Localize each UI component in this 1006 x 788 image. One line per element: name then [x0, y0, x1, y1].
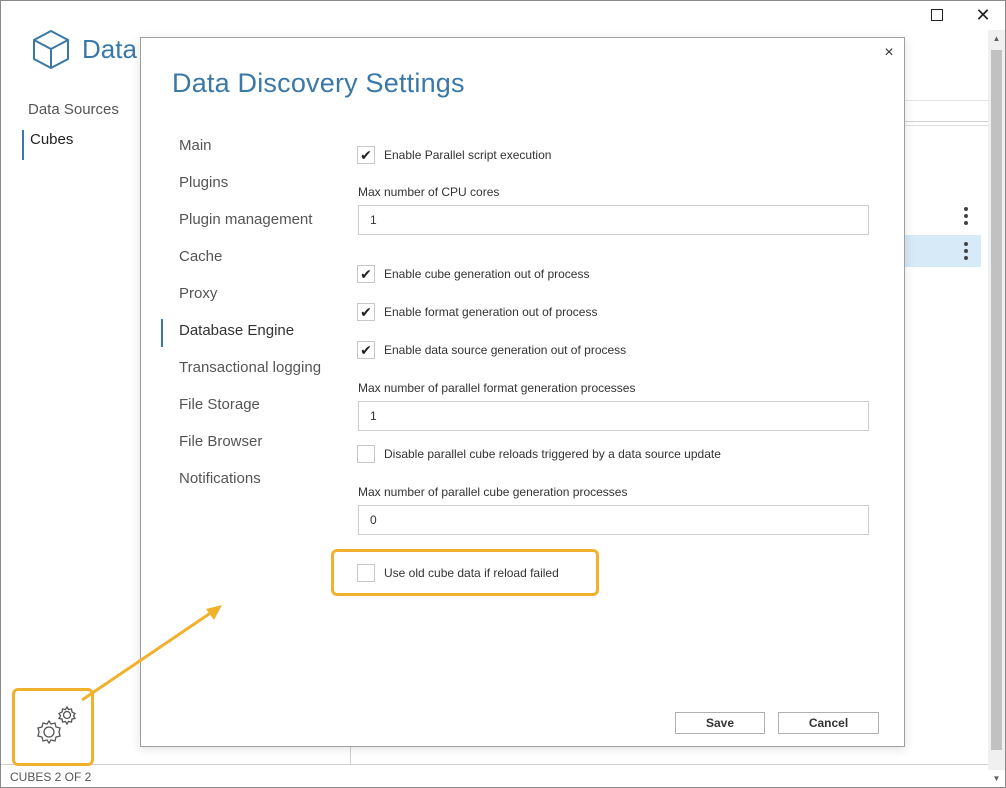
background-search-bar[interactable]: [905, 100, 988, 122]
status-text: CUBES 2 OF 2: [10, 770, 92, 784]
window-close-button[interactable]: ✕: [960, 0, 1006, 30]
use-old-cube-data-label: Use old cube data if reload failed: [384, 566, 559, 580]
settings-nav-plugin-management[interactable]: Plugin management: [161, 208, 331, 245]
datasource-out-of-process-checkbox[interactable]: ✔: [357, 341, 375, 359]
settings-nav-plugins[interactable]: Plugins: [161, 171, 331, 208]
parallel-script-label: Enable Parallel script execution: [384, 148, 552, 162]
max-cpu-label: Max number of CPU cores: [358, 185, 500, 199]
settings-nav-file-browser[interactable]: File Browser: [161, 430, 331, 467]
row-menu-icon[interactable]: [958, 205, 974, 227]
format-out-of-process-row[interactable]: ✔ Enable format generation out of proces…: [357, 302, 597, 322]
format-out-of-process-checkbox[interactable]: ✔: [357, 303, 375, 321]
settings-button-highlight[interactable]: [12, 688, 94, 766]
settings-nav-main[interactable]: Main: [161, 134, 331, 171]
settings-nav-transactional-logging[interactable]: Transactional logging: [161, 356, 331, 393]
background-divider: [905, 125, 988, 126]
datasource-out-of-process-label: Enable data source generation out of pro…: [384, 343, 627, 357]
use-old-cube-data-row[interactable]: Use old cube data if reload failed: [357, 563, 559, 583]
main-nav: Data Sources Cubes: [22, 100, 119, 160]
status-bar: CUBES 2 OF 2: [0, 764, 988, 788]
format-out-of-process-label: Enable format generation out of process: [384, 305, 598, 319]
settings-nav: Main Plugins Plugin management Cache Pro…: [161, 134, 331, 504]
scroll-up-icon[interactable]: ▲: [988, 30, 1005, 47]
nav-item-cubes[interactable]: Cubes: [22, 130, 119, 160]
save-button[interactable]: Save: [675, 712, 765, 734]
vertical-scrollbar[interactable]: ▲ ▼: [988, 30, 1005, 783]
maximize-button[interactable]: [914, 0, 960, 30]
max-cpu-input[interactable]: 1: [358, 205, 869, 235]
disable-parallel-reloads-row[interactable]: Disable parallel cube reloads triggered …: [357, 444, 721, 464]
parallel-script-checkbox[interactable]: ✔: [357, 146, 375, 164]
max-format-input[interactable]: 1: [358, 401, 869, 431]
max-cube-input[interactable]: 0: [358, 505, 869, 535]
cube-out-of-process-row[interactable]: ✔ Enable cube generation out of process: [357, 264, 589, 284]
cube-out-of-process-label: Enable cube generation out of process: [384, 267, 590, 281]
max-cube-label: Max number of parallel cube generation p…: [358, 485, 628, 499]
settings-nav-file-storage[interactable]: File Storage: [161, 393, 331, 430]
settings-nav-proxy[interactable]: Proxy: [161, 282, 331, 319]
dialog-close-icon[interactable]: ×: [880, 44, 898, 62]
gears-icon[interactable]: [33, 703, 79, 747]
cancel-button[interactable]: Cancel: [778, 712, 879, 734]
cube-out-of-process-checkbox[interactable]: ✔: [357, 265, 375, 283]
use-old-cube-data-checkbox[interactable]: [357, 564, 375, 582]
scroll-thumb[interactable]: [991, 50, 1002, 750]
datasource-out-of-process-row[interactable]: ✔ Enable data source generation out of p…: [357, 340, 626, 360]
max-format-label: Max number of parallel format generation…: [358, 381, 636, 395]
disable-parallel-reloads-label: Disable parallel cube reloads triggered …: [384, 447, 721, 461]
app-logo: Data: [30, 28, 137, 70]
parallel-script-checkbox-row[interactable]: ✔ Enable Parallel script execution: [357, 145, 551, 165]
settings-nav-database-engine[interactable]: Database Engine: [161, 319, 331, 347]
settings-dialog: × Data Discovery Settings Main Plugins P…: [140, 37, 905, 747]
disable-parallel-reloads-checkbox[interactable]: [357, 445, 375, 463]
window-controls: ✕: [914, 0, 1006, 30]
nav-item-data-sources[interactable]: Data Sources: [22, 100, 119, 130]
scroll-down-icon[interactable]: ▼: [988, 770, 1005, 787]
dialog-title: Data Discovery Settings: [172, 68, 465, 98]
app-name: Data: [82, 33, 137, 64]
settings-nav-notifications[interactable]: Notifications: [161, 467, 331, 504]
cube-icon: [33, 29, 69, 70]
row-menu-icon[interactable]: [958, 240, 974, 262]
settings-nav-cache[interactable]: Cache: [161, 245, 331, 282]
